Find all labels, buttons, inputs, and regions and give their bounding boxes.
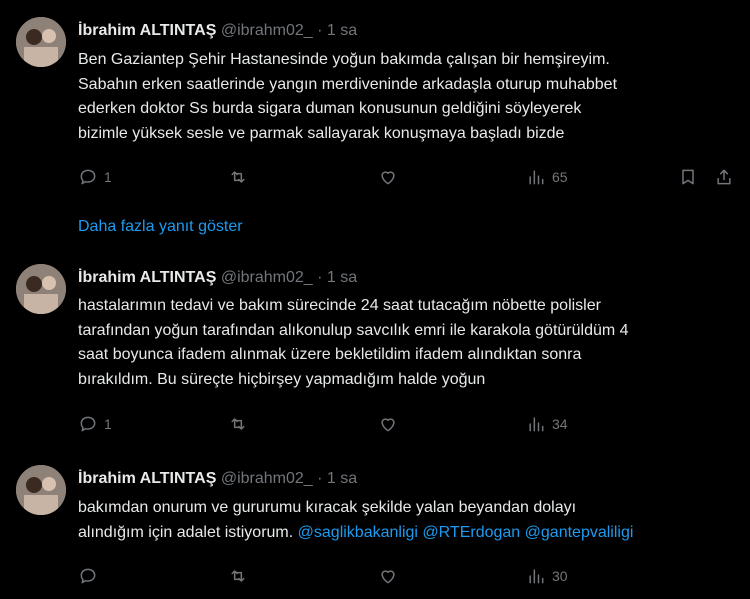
views-button[interactable]: 30 — [526, 564, 568, 588]
views-icon — [529, 417, 544, 432]
views-button[interactable]: 34 — [526, 412, 568, 436]
author-handle[interactable]: @ibrahm02_ — [221, 22, 313, 39]
mention-link[interactable]: @saglikbakanligi — [298, 524, 418, 541]
timestamp[interactable]: 1 sa — [327, 22, 357, 39]
author-name[interactable]: İbrahim ALTINTAŞ — [78, 22, 216, 39]
mention-link[interactable]: @gantepvaliligi — [525, 524, 634, 541]
text-segment: alındığım için adalet istiyorum. — [78, 523, 294, 541]
tweet-text: bakımdan onurum ve gururumu kıracak şeki… — [78, 496, 738, 545]
views-button[interactable]: 65 — [526, 165, 568, 189]
show-more-replies-link[interactable]: Daha fazla yanıt göster — [78, 217, 243, 237]
author-handle[interactable]: @ibrahm02_ — [221, 269, 313, 286]
avatar[interactable] — [16, 465, 66, 515]
share-icon — [717, 169, 731, 185]
like-icon — [381, 418, 395, 432]
retweet-button[interactable] — [228, 165, 248, 189]
retweet-icon — [231, 570, 245, 582]
views-count: 34 — [552, 416, 568, 432]
text-line: alındığım için adalet istiyorum. @saglik… — [78, 521, 738, 546]
avatar-image — [16, 264, 66, 314]
bookmark-button[interactable] — [678, 165, 698, 189]
like-icon — [381, 171, 395, 185]
reply-button[interactable]: 1 — [78, 165, 112, 189]
reply-icon — [80, 416, 96, 432]
text-line: tarafından yoğun tarafından alıkonulup s… — [78, 321, 629, 339]
reply-count: 1 — [104, 416, 112, 432]
mention-link[interactable]: @RTErdogan — [422, 524, 520, 541]
separator-dot: · — [317, 269, 323, 286]
author-handle[interactable]: @ibrahm02_ — [221, 470, 313, 487]
text-line: Ben Gaziantep Şehir Hastanesinde yoğun b… — [78, 51, 610, 68]
author-name[interactable]: İbrahim ALTINTAŞ — [78, 269, 216, 286]
reply-count: 1 — [104, 169, 112, 185]
share-button[interactable] — [714, 165, 734, 189]
bookmark-icon — [682, 169, 694, 185]
views-count: 30 — [552, 568, 568, 584]
like-button[interactable] — [378, 564, 398, 588]
action-bar: 30 — [78, 564, 738, 588]
tweet-text: Ben Gaziantep Şehir Hastanesinde yoğun b… — [78, 48, 738, 146]
avatar[interactable] — [16, 17, 66, 67]
like-button[interactable] — [378, 165, 398, 189]
text-line: ederken doktor Ss burda sigara duman kon… — [78, 100, 582, 117]
avatar-image — [16, 17, 66, 67]
views-icon — [529, 569, 544, 584]
retweet-icon — [231, 171, 245, 183]
text-line: hastalarımın tedavi ve bakım sürecinde 2… — [78, 297, 601, 314]
tweet-text: hastalarımın tedavi ve bakım sürecinde 2… — [78, 294, 738, 392]
reply-icon — [80, 568, 96, 584]
reply-button[interactable] — [78, 564, 98, 588]
separator-dot: · — [317, 22, 323, 39]
views-count: 65 — [552, 169, 568, 185]
avatar[interactable] — [16, 264, 66, 314]
separator-dot: · — [317, 470, 323, 487]
like-icon — [381, 570, 395, 584]
timestamp[interactable]: 1 sa — [327, 269, 357, 286]
action-bar: 1 34 — [78, 412, 738, 436]
author-name[interactable]: İbrahim ALTINTAŞ — [78, 470, 216, 487]
avatar-image — [16, 465, 66, 515]
retweet-button[interactable] — [228, 564, 248, 588]
retweet-icon — [231, 418, 245, 430]
views-icon — [529, 170, 544, 185]
reply-icon — [80, 169, 96, 185]
text-line: saat boyunca ifadem alınmak üzere beklet… — [78, 346, 582, 363]
text-line: Sabahın erken saatlerinde yangın merdive… — [78, 75, 618, 93]
text-line: bizimle yüksek sesle ve parmak sallayara… — [78, 124, 565, 142]
action-bar: 1 65 — [78, 165, 738, 189]
timestamp[interactable]: 1 sa — [327, 470, 357, 487]
retweet-button[interactable] — [228, 412, 248, 436]
text-line: bırakıldım. Bu süreçte hiçbirşey yapmadı… — [78, 370, 486, 388]
reply-button[interactable]: 1 — [78, 412, 112, 436]
like-button[interactable] — [378, 412, 398, 436]
text-line: bakımdan onurum ve gururumu kıracak şeki… — [78, 499, 577, 516]
